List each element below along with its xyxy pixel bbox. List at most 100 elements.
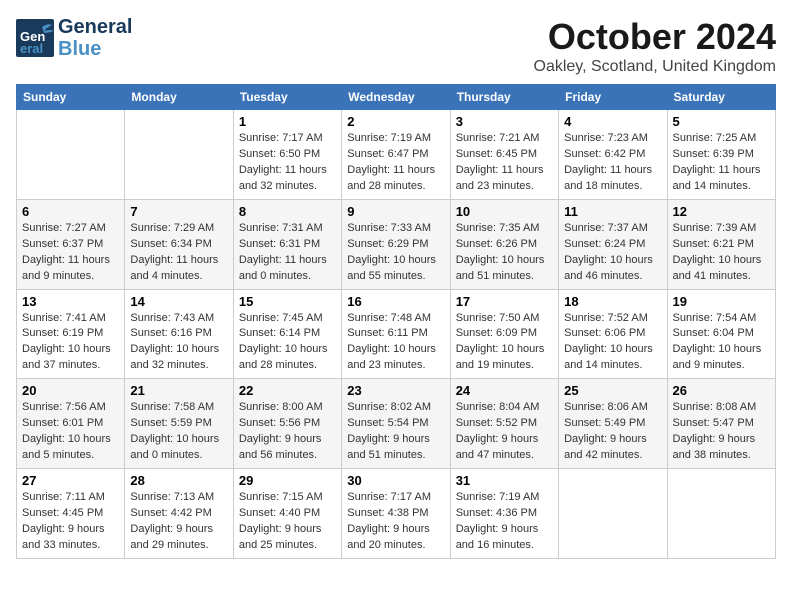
day-number: 14 [130,294,227,309]
day-info: Sunrise: 7:54 AM Sunset: 6:04 PM Dayligh… [673,311,770,375]
day-number: 18 [564,294,661,309]
day-info: Sunrise: 7:35 AM Sunset: 6:26 PM Dayligh… [456,221,553,285]
day-number: 19 [673,294,770,309]
day-number: 12 [673,204,770,219]
calendar-cell: 8Sunrise: 7:31 AM Sunset: 6:31 PM Daylig… [233,199,341,289]
svg-text:eral: eral [20,41,43,56]
day-number: 20 [22,383,119,398]
day-info: Sunrise: 7:29 AM Sunset: 6:34 PM Dayligh… [130,221,227,285]
day-number: 24 [456,383,553,398]
calendar-cell: 31 Sunrise: 7:19 AM Sunset: 4:36 PM Dayli… [450,469,558,559]
calendar-cell: 21 Sunrise: 7:58 AM Sunset: 5:59 PM Dayli… [125,379,233,469]
page-header: Gen eral General Blue October 2024 Oakle… [16,16,776,76]
day-number: 6 [22,204,119,219]
day-number: 23 [347,383,444,398]
day-info: Sunrise: 8:06 AM Sunset: 5:49 PM Dayligh… [564,400,661,464]
week-row-3: 13Sunrise: 7:41 AM Sunset: 6:19 PM Dayli… [17,289,776,379]
day-number: 7 [130,204,227,219]
calendar-cell: 6 Sunrise: 7:27 AM Sunset: 6:37 PM Daylig… [17,199,125,289]
day-number: 27 [22,473,119,488]
month-title: October 2024 [534,16,777,58]
calendar-cell: 17 Sunrise: 7:50 AM Sunset: 6:09 PM Dayli… [450,289,558,379]
day-info: Sunrise: 7:25 AM Sunset: 6:39 PM Dayligh… [673,131,770,195]
header-sunday: Sunday [17,85,125,110]
calendar-body: 1Sunrise: 7:17 AM Sunset: 6:50 PM Daylig… [17,110,776,559]
day-info: Sunrise: 8:08 AM Sunset: 5:47 PM Dayligh… [673,400,770,464]
calendar-cell: 22 Sunrise: 8:00 AM Sunset: 5:56 PM Dayli… [233,379,341,469]
day-info: Sunrise: 7:27 AM Sunset: 6:37 PM Dayligh… [22,221,119,285]
day-info: Sunrise: 7:17 AM Sunset: 6:50 PM Dayligh… [239,131,336,195]
calendar-cell: 12 Sunrise: 7:39 AM Sunset: 6:21 PM Dayli… [667,199,775,289]
calendar-cell [559,469,667,559]
logo-line1: General [58,16,132,38]
calendar-cell: 10 Sunrise: 7:35 AM Sunset: 6:26 PM Dayli… [450,199,558,289]
day-number: 3 [456,114,553,129]
calendar-cell: 24Sunrise: 8:04 AM Sunset: 5:52 PM Dayli… [450,379,558,469]
day-info: Sunrise: 7:31 AM Sunset: 6:31 PM Dayligh… [239,221,336,285]
day-info: Sunrise: 7:23 AM Sunset: 6:42 PM Dayligh… [564,131,661,195]
logo-line2: Blue [58,38,132,60]
week-row-1: 1Sunrise: 7:17 AM Sunset: 6:50 PM Daylig… [17,110,776,200]
day-info: Sunrise: 7:58 AM Sunset: 5:59 PM Dayligh… [130,400,227,464]
day-info: Sunrise: 7:52 AM Sunset: 6:06 PM Dayligh… [564,311,661,375]
calendar-table: SundayMondayTuesdayWednesdayThursdayFrid… [16,84,776,559]
calendar-cell [125,110,233,200]
day-number: 21 [130,383,227,398]
header-monday: Monday [125,85,233,110]
calendar-header-row: SundayMondayTuesdayWednesdayThursdayFrid… [17,85,776,110]
day-info: Sunrise: 7:43 AM Sunset: 6:16 PM Dayligh… [130,311,227,375]
calendar-cell: 1Sunrise: 7:17 AM Sunset: 6:50 PM Daylig… [233,110,341,200]
calendar-cell: 29 Sunrise: 7:15 AM Sunset: 4:40 PM Dayli… [233,469,341,559]
day-info: Sunrise: 7:37 AM Sunset: 6:24 PM Dayligh… [564,221,661,285]
calendar-cell: 11 Sunrise: 7:37 AM Sunset: 6:24 PM Dayli… [559,199,667,289]
day-info: Sunrise: 8:02 AM Sunset: 5:54 PM Dayligh… [347,400,444,464]
day-number: 30 [347,473,444,488]
calendar-cell [667,469,775,559]
day-info: Sunrise: 7:11 AM Sunset: 4:45 PM Dayligh… [22,490,119,554]
day-number: 16 [347,294,444,309]
calendar-cell: 25 Sunrise: 8:06 AM Sunset: 5:49 PM Dayli… [559,379,667,469]
day-number: 15 [239,294,336,309]
day-number: 25 [564,383,661,398]
day-info: Sunrise: 7:13 AM Sunset: 4:42 PM Dayligh… [130,490,227,554]
day-number: 17 [456,294,553,309]
title-block: October 2024 Oakley, Scotland, United Ki… [534,16,777,76]
week-row-2: 6 Sunrise: 7:27 AM Sunset: 6:37 PM Daylig… [17,199,776,289]
calendar-cell: 16Sunrise: 7:48 AM Sunset: 6:11 PM Dayli… [342,289,450,379]
calendar-cell: 18 Sunrise: 7:52 AM Sunset: 6:06 PM Dayli… [559,289,667,379]
calendar-cell: 7 Sunrise: 7:29 AM Sunset: 6:34 PM Daylig… [125,199,233,289]
day-info: Sunrise: 7:39 AM Sunset: 6:21 PM Dayligh… [673,221,770,285]
header-tuesday: Tuesday [233,85,341,110]
day-number: 9 [347,204,444,219]
day-number: 2 [347,114,444,129]
day-info: Sunrise: 7:19 AM Sunset: 4:36 PM Dayligh… [456,490,553,554]
day-number: 11 [564,204,661,219]
calendar-cell: 9 Sunrise: 7:33 AM Sunset: 6:29 PM Daylig… [342,199,450,289]
calendar-cell: 14 Sunrise: 7:43 AM Sunset: 6:16 PM Dayli… [125,289,233,379]
calendar-cell: 27 Sunrise: 7:11 AM Sunset: 4:45 PM Dayli… [17,469,125,559]
day-info: Sunrise: 7:41 AM Sunset: 6:19 PM Dayligh… [22,311,119,375]
day-number: 4 [564,114,661,129]
header-saturday: Saturday [667,85,775,110]
calendar-cell: 20 Sunrise: 7:56 AM Sunset: 6:01 PM Dayli… [17,379,125,469]
calendar-cell: 28 Sunrise: 7:13 AM Sunset: 4:42 PM Dayli… [125,469,233,559]
day-info: Sunrise: 7:21 AM Sunset: 6:45 PM Dayligh… [456,131,553,195]
day-number: 29 [239,473,336,488]
day-number: 22 [239,383,336,398]
day-number: 26 [673,383,770,398]
header-friday: Friday [559,85,667,110]
day-info: Sunrise: 7:56 AM Sunset: 6:01 PM Dayligh… [22,400,119,464]
calendar-cell: 5Sunrise: 7:25 AM Sunset: 6:39 PM Daylig… [667,110,775,200]
day-info: Sunrise: 8:00 AM Sunset: 5:56 PM Dayligh… [239,400,336,464]
calendar-cell: 13Sunrise: 7:41 AM Sunset: 6:19 PM Dayli… [17,289,125,379]
calendar-cell: 26 Sunrise: 8:08 AM Sunset: 5:47 PM Dayli… [667,379,775,469]
day-info: Sunrise: 7:50 AM Sunset: 6:09 PM Dayligh… [456,311,553,375]
week-row-4: 20 Sunrise: 7:56 AM Sunset: 6:01 PM Dayli… [17,379,776,469]
day-info: Sunrise: 7:17 AM Sunset: 4:38 PM Dayligh… [347,490,444,554]
day-number: 31 [456,473,553,488]
day-number: 10 [456,204,553,219]
day-info: Sunrise: 7:15 AM Sunset: 4:40 PM Dayligh… [239,490,336,554]
calendar-cell: 4 Sunrise: 7:23 AM Sunset: 6:42 PM Daylig… [559,110,667,200]
day-number: 28 [130,473,227,488]
day-info: Sunrise: 7:33 AM Sunset: 6:29 PM Dayligh… [347,221,444,285]
